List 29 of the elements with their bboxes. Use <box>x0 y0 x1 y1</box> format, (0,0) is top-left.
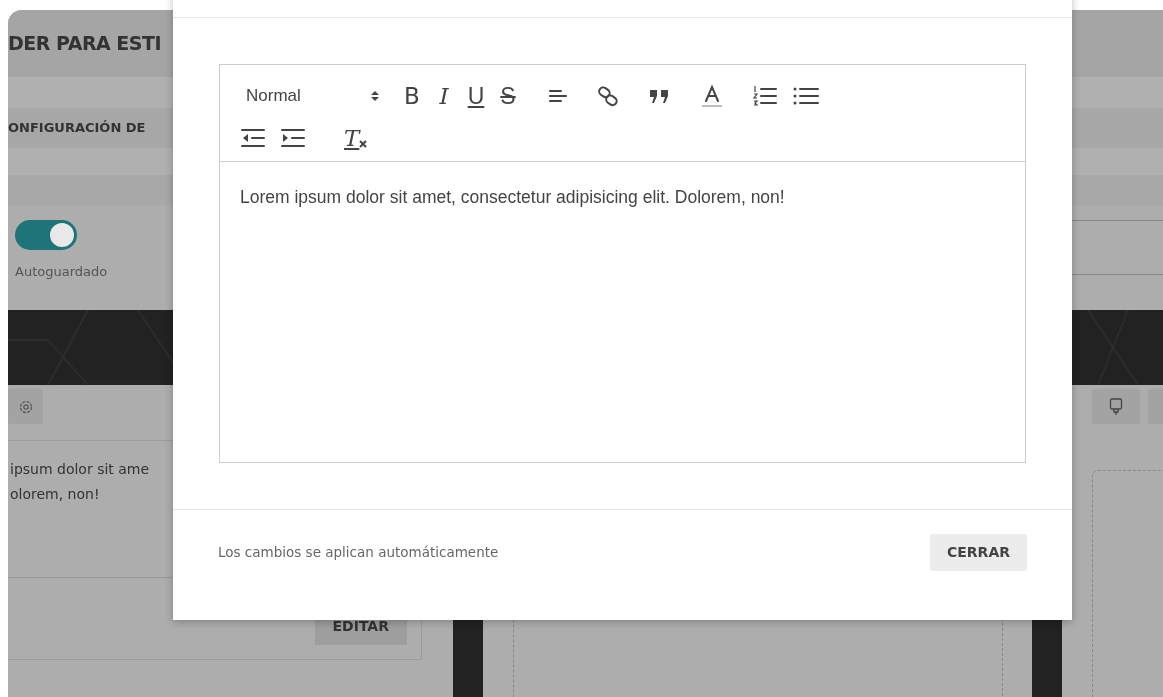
brush-button[interactable] <box>1092 389 1140 424</box>
align-left-icon <box>548 88 568 104</box>
sort-caret-icon <box>370 89 380 103</box>
text-color-icon <box>700 84 724 108</box>
numbered-list-icon <box>752 85 778 107</box>
card-text: ipsum dolor sit ame olorem, non! <box>9 460 151 504</box>
bold-button[interactable]: B <box>402 83 422 109</box>
section-title: ONFIGURACIÓN DE <box>8 119 146 138</box>
strikethrough-button[interactable]: S <box>498 83 518 109</box>
link-icon <box>596 85 620 107</box>
italic-button[interactable]: I <box>434 83 454 109</box>
brush-icon <box>1109 397 1123 416</box>
numbered-list-button[interactable] <box>752 83 778 109</box>
close-button[interactable]: CERRAR <box>930 534 1027 571</box>
autosave-toggle[interactable] <box>15 220 77 250</box>
underline-button[interactable]: U <box>466 83 486 109</box>
format-dropdown[interactable]: Normal <box>240 83 380 109</box>
text-color-button[interactable] <box>700 83 724 109</box>
autosave-label: Autoguardado <box>15 263 108 281</box>
clear-format-button[interactable]: T <box>344 125 368 151</box>
editor-text: Lorem ipsum dolor sit amet, consectetur adipisicing elit. Dolorem, non! <box>240 186 786 209</box>
link-button[interactable] <box>596 83 620 109</box>
indent-icon <box>280 127 306 149</box>
cross-icon <box>359 140 368 148</box>
gear-icon <box>17 398 34 415</box>
page-title: DER PARA ESTI <box>8 31 162 57</box>
outdent-icon <box>240 127 266 149</box>
footer-note: Los cambios se aplican automáticamente <box>218 543 499 563</box>
bullet-list-icon <box>792 85 820 107</box>
